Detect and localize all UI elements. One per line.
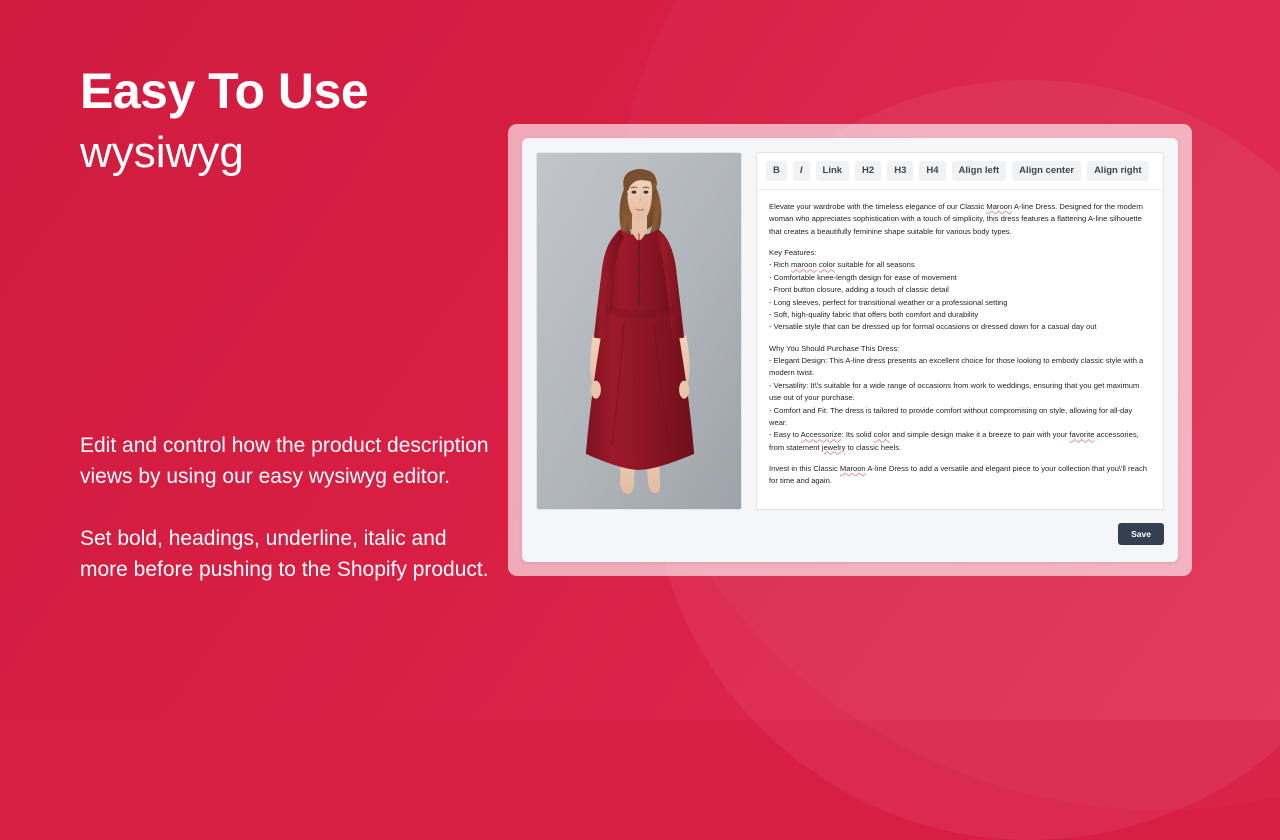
align-center-button[interactable]: Align center — [1012, 161, 1082, 181]
wysiwyg-editor[interactable]: B I Link H2 H3 H4 Align left Align center Align … — [756, 152, 1164, 510]
editor-feature-item: - Front button closure, adding a touch o… — [769, 285, 949, 295]
card-body: B I Link H2 H3 H4 Align left Align center Align … — [536, 152, 1164, 510]
editor-features-heading: Key Features: — [769, 248, 817, 257]
editor-feature-item: - Rich maroon color suitable for all sea… — [769, 260, 915, 270]
editor-closing-paragraph: Invest in this Classic Maroon A-line Dre… — [769, 464, 1147, 486]
editor-intro-paragraph: Elevate your wardrobe with the timeless … — [769, 201, 1143, 236]
editor-toolbar: B I Link H2 H3 H4 Align left Align center Align … — [757, 153, 1163, 190]
marketing-paragraph-1: Edit and control how the product descrip… — [80, 434, 489, 488]
link-button[interactable]: Link — [815, 161, 850, 181]
align-right-button[interactable]: Align right — [1087, 161, 1149, 181]
editor-purchase-item: - Comfort and Fit: The dress is tailored… — [769, 405, 1133, 427]
align-left-button[interactable]: Align left — [951, 161, 1007, 181]
editor-feature-item: - Soft, high-quality fabric that offers … — [769, 309, 979, 319]
product-image — [536, 152, 742, 510]
editor-feature-item: - Comfortable knee-length design for eas… — [769, 272, 957, 282]
headline-main: Easy To Use — [80, 63, 369, 119]
editor-purchase-heading: Why You Should Purchase This Dress: — [769, 343, 900, 353]
editor-content[interactable]: Elevate your wardrobe with the timeless … — [757, 190, 1163, 509]
marketing-column: Easy To Use wysiwyg Edit and control how… — [80, 0, 500, 720]
app-card: B I Link H2 H3 H4 Align left Align center Align … — [522, 138, 1178, 562]
editor-purchase-item: - Easy to Accessorize: Its solid color a… — [769, 430, 1139, 452]
save-button[interactable]: Save — [1118, 523, 1164, 545]
heading-3-button[interactable]: H3 — [887, 161, 914, 181]
editor-feature-item: - Long sleeves, perfect for transitional… — [769, 297, 1008, 307]
italic-button[interactable]: I — [792, 161, 810, 181]
editor-purchase-item: - Versatility: It\'s suitable for a wide… — [769, 380, 1140, 403]
heading-2-button[interactable]: H2 — [855, 161, 882, 181]
heading-4-button[interactable]: H4 — [919, 161, 946, 181]
editor-feature-item: - Versatile style that can be dressed up… — [769, 322, 1097, 332]
headline-sub: wysiwyg — [80, 128, 244, 177]
bold-button[interactable]: B — [766, 161, 787, 181]
marketing-paragraph-2: Set bold, headings, underline, italic an… — [80, 527, 489, 581]
card-footer: Save — [536, 510, 1164, 548]
editor-purchase-item: - Elegant Design: This A-line dress pres… — [769, 356, 1144, 378]
app-card-frame: B I Link H2 H3 H4 Align left Align center Align … — [508, 124, 1192, 576]
